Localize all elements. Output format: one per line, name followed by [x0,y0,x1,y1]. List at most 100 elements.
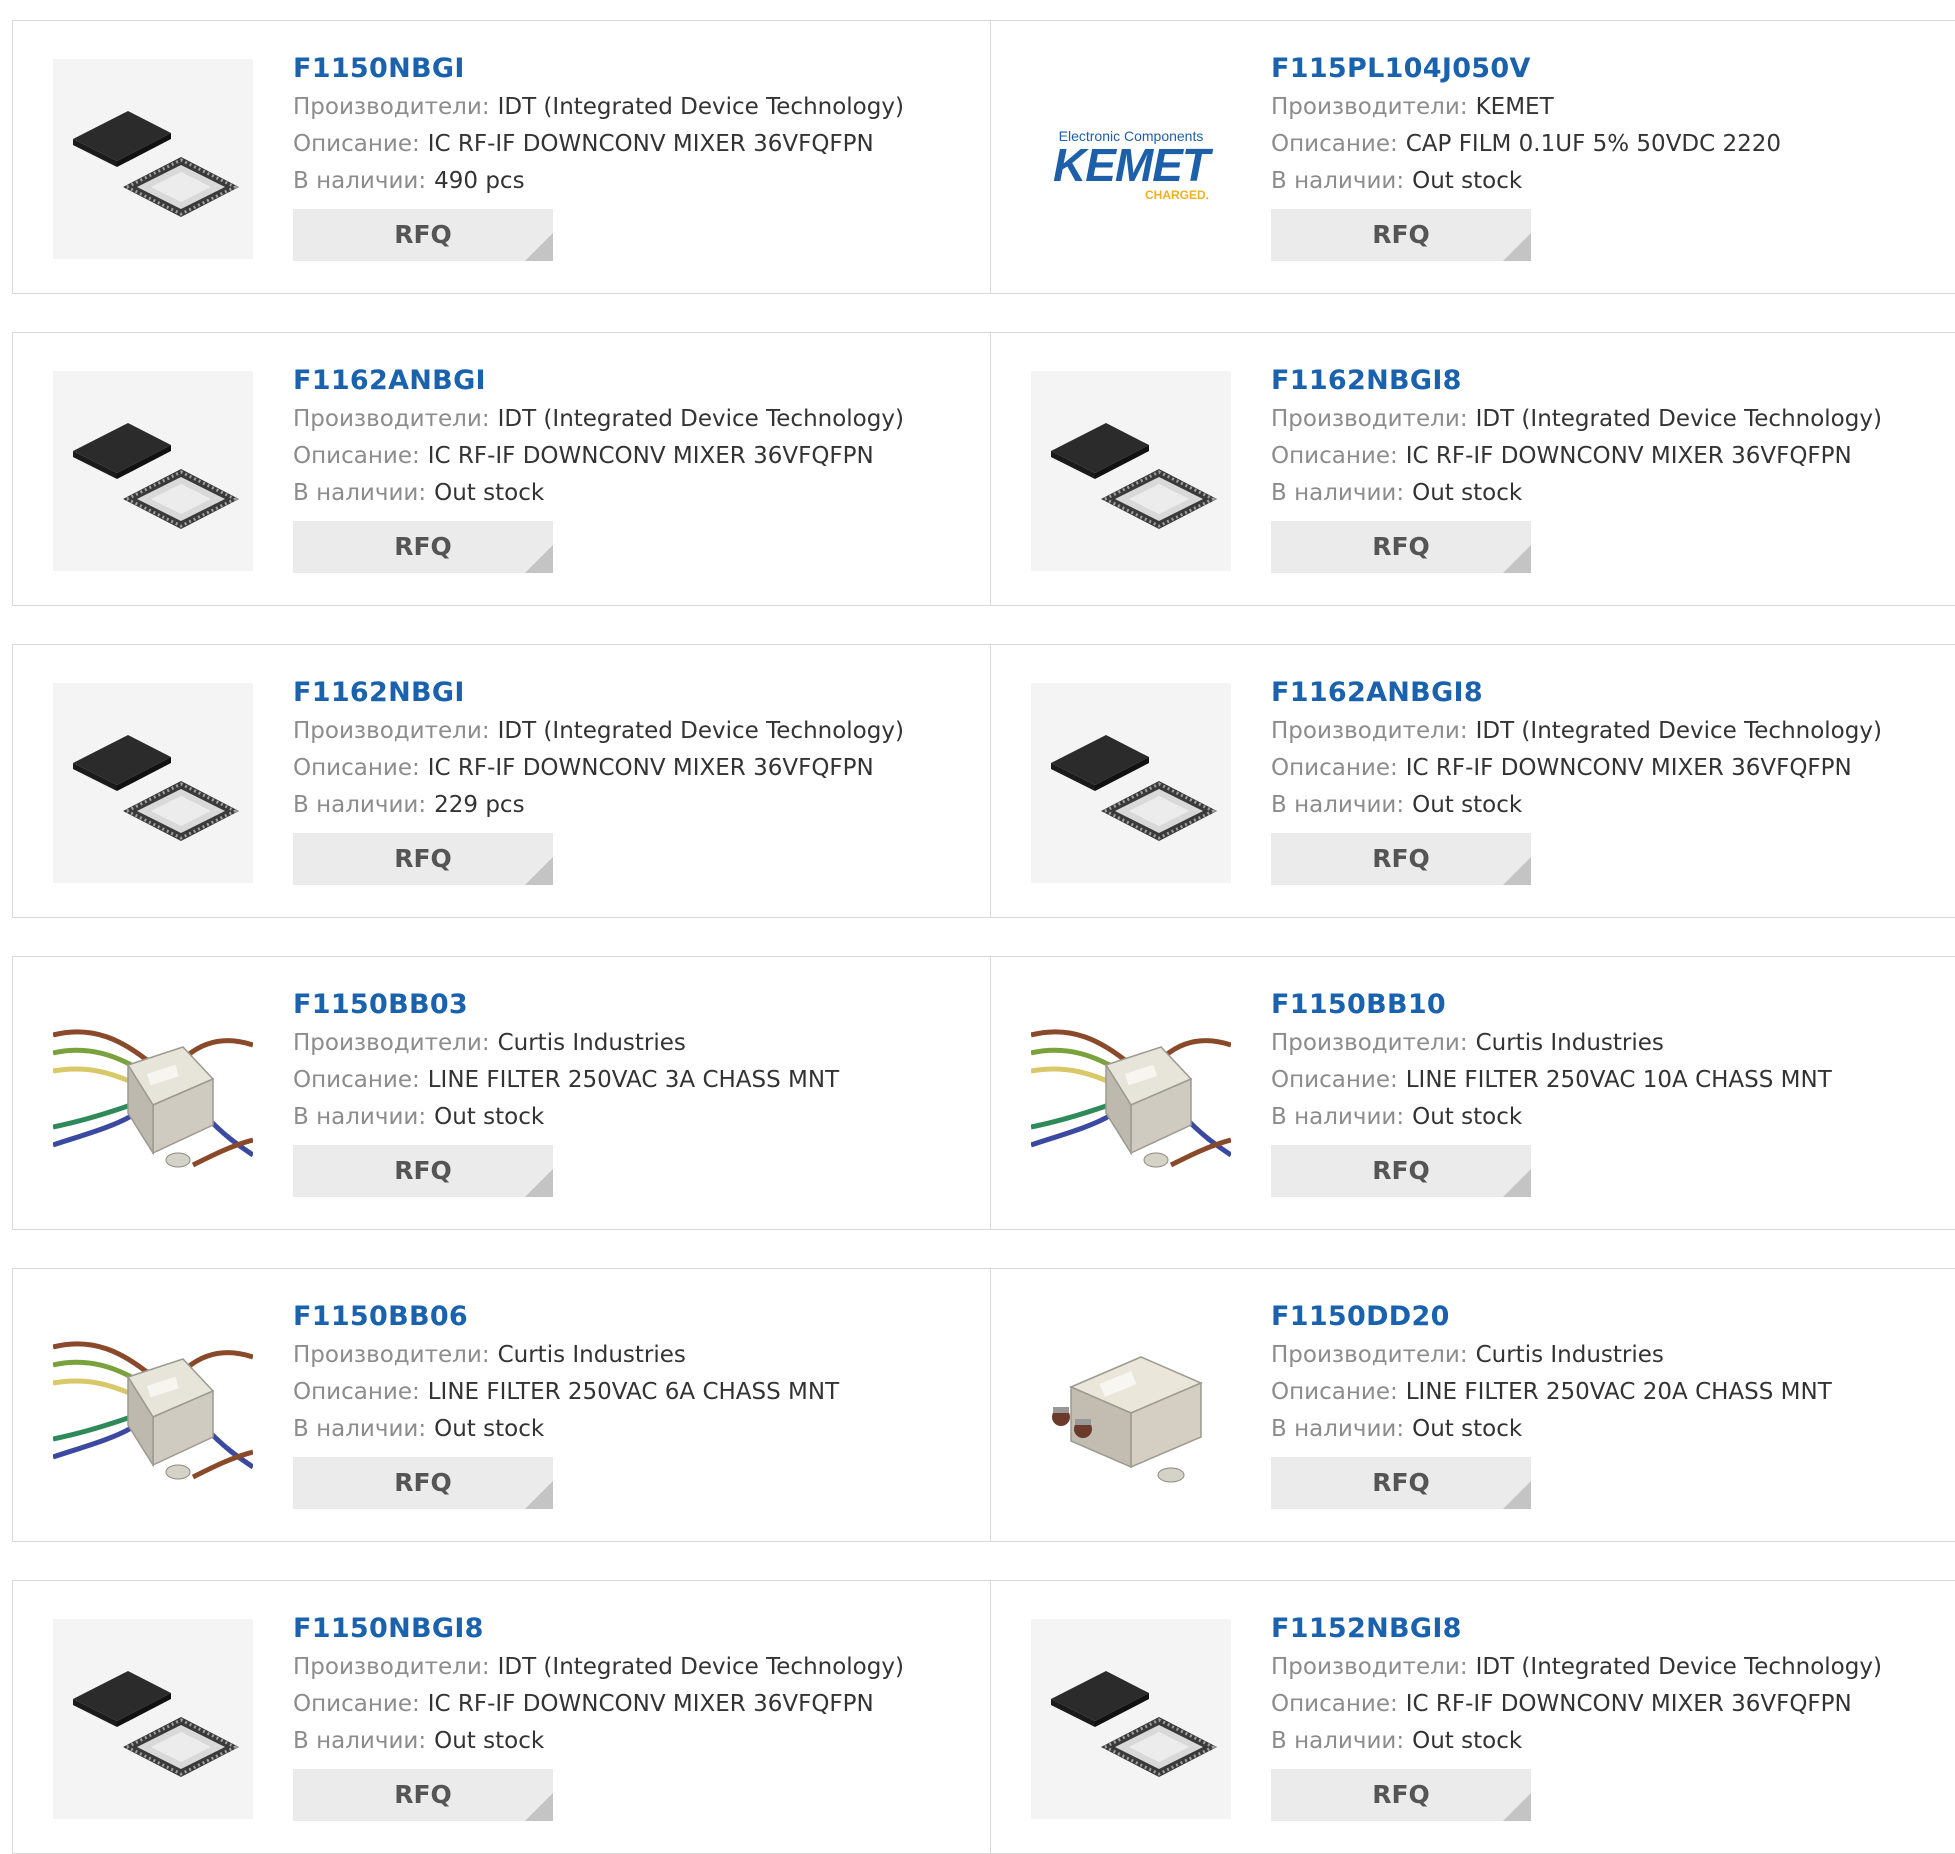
rfq-button[interactable]: RFQ [1271,521,1531,573]
product-card: F1150DD20 Производители: Curtis Industrie… [991,1269,1955,1541]
product-image[interactable] [1031,371,1231,571]
product-info: F1162ANBGI Производители: IDT (Integrated… [293,361,980,573]
stock-line: В наличии: Out stock [1271,1411,1946,1448]
product-card: F1162ANBGI Производители: IDT (Integrated… [13,333,991,605]
part-number-link[interactable]: F1162NBGI8 [1271,361,1946,401]
corner-triangle-icon [1503,233,1531,261]
rfq-button[interactable]: RFQ [293,833,553,885]
manufacturer-line: Производители: Curtis Industries [1271,1337,1946,1374]
stock-value: Out stock [434,1104,545,1130]
product-row: F1162NBGI Производители: IDT (Integrated … [12,644,1955,918]
corner-triangle-icon [1503,857,1531,885]
corner-triangle-icon [1503,1169,1531,1197]
manufacturer-value: IDT (Integrated Device Technology) [497,718,904,744]
product-image[interactable] [1031,995,1231,1195]
product-image[interactable] [1031,1619,1231,1819]
product-image[interactable] [1031,683,1231,883]
product-info: F1150DD20 Производители: Curtis Industrie… [1271,1297,1946,1509]
stock-line: В наличии: Out stock [293,1723,980,1760]
manufacturer-value: IDT (Integrated Device Technology) [1475,1654,1882,1680]
product-image[interactable] [53,683,253,883]
rfq-button[interactable]: RFQ [1271,833,1531,885]
rfq-button[interactable]: RFQ [1271,1145,1531,1197]
rfq-label: RFQ [1372,1468,1430,1497]
manufacturer-value: IDT (Integrated Device Technology) [1475,718,1882,744]
product-card: F1150BB03 Производители: Curtis Industrie… [13,957,991,1229]
rfq-button[interactable]: RFQ [293,521,553,573]
kemet-logo: Electronic Components KEMET CHARGED. [1031,59,1231,259]
part-number-link[interactable]: F1150NBGI8 [293,1609,980,1649]
stock-label: В наличии: [1271,1416,1405,1442]
part-number-link[interactable]: F1150BB06 [293,1297,980,1337]
rfq-button[interactable]: RFQ [293,1457,553,1509]
product-row: F1150BB03 Производители: Curtis Industrie… [12,956,1955,1230]
rfq-button[interactable]: RFQ [1271,1457,1531,1509]
description-value: IC RF-IF DOWNCONV MIXER 36VFQFPN [1405,755,1852,781]
description-label: Описание: [293,1691,420,1717]
rfq-label: RFQ [1372,220,1430,249]
product-image[interactable] [53,1619,253,1819]
part-number-link[interactable]: F1162NBGI [293,673,980,713]
manufacturer-label: Производители: [1271,1342,1468,1368]
product-image[interactable] [53,371,253,571]
product-info: F1150BB06 Производители: Curtis Industrie… [293,1297,980,1509]
part-number-link[interactable]: F1150DD20 [1271,1297,1946,1337]
manufacturer-line: Производители: IDT (Integrated Device Tec… [1271,713,1946,750]
rfq-button[interactable]: RFQ [293,209,553,261]
product-row: F1162ANBGI Производители: IDT (Integrated… [12,332,1955,606]
stock-line: В наличии: Out stock [1271,475,1946,512]
qfn-chip-icon [1031,371,1231,571]
qfn-chip-icon [53,371,253,571]
stock-label: В наличии: [1271,792,1405,818]
manufacturer-value: Curtis Industries [1475,1342,1664,1368]
description-value: IC RF-IF DOWNCONV MIXER 36VFQFPN [1405,1691,1852,1717]
product-info: F1162ANBGI8 Производители: IDT (Integrate… [1271,673,1946,885]
stock-value: Out stock [1412,1416,1523,1442]
rfq-button[interactable]: RFQ [293,1145,553,1197]
product-row: F1150NBGI8 Производители: IDT (Integrated… [12,1580,1955,1854]
manufacturer-label: Производители: [1271,94,1468,120]
qfn-chip-icon [53,59,253,259]
product-image[interactable] [53,1307,253,1507]
product-image[interactable]: Electronic Components KEMET CHARGED. [1031,59,1231,259]
stock-value: Out stock [1412,168,1523,194]
description-label: Описание: [1271,1691,1398,1717]
description-line: Описание: IC RF-IF DOWNCONV MIXER 36VFQFP… [293,750,980,787]
rfq-label: RFQ [394,1468,452,1497]
manufacturer-label: Производители: [293,1654,490,1680]
stock-line: В наличии: Out stock [293,475,980,512]
product-card: F1150NBGI Производители: IDT (Integrated … [13,21,991,293]
rfq-button[interactable]: RFQ [1271,209,1531,261]
product-image[interactable] [53,59,253,259]
rfq-button[interactable]: RFQ [293,1769,553,1821]
corner-triangle-icon [1503,1793,1531,1821]
part-number-link[interactable]: F1150NBGI [293,49,980,89]
part-number-link[interactable]: F1150BB10 [1271,985,1946,1025]
part-number-link[interactable]: F1162ANBGI [293,361,980,401]
manufacturer-value: Curtis Industries [1475,1030,1664,1056]
stock-value: Out stock [434,1416,545,1442]
product-info: F1150BB10 Производители: Curtis Industrie… [1271,985,1946,1197]
part-number-link[interactable]: F1152NBGI8 [1271,1609,1946,1649]
part-number-link[interactable]: F1150BB03 [293,985,980,1025]
stock-value: Out stock [434,1728,545,1754]
product-image[interactable] [1031,1307,1231,1507]
description-value: LINE FILTER 250VAC 3A CHASS MNT [427,1067,840,1093]
product-row: F1150NBGI Производители: IDT (Integrated … [12,20,1955,294]
manufacturer-line: Производители: IDT (Integrated Device Tec… [1271,401,1946,438]
part-number-link[interactable]: F1162ANBGI8 [1271,673,1946,713]
manufacturer-label: Производители: [293,1342,490,1368]
product-image[interactable] [53,995,253,1195]
stock-line: В наличии: Out stock [1271,163,1946,200]
description-value: IC RF-IF DOWNCONV MIXER 36VFQFPN [427,443,874,469]
stock-label: В наличии: [293,1728,427,1754]
part-number-link[interactable]: F115PL104J050V [1271,49,1946,89]
corner-triangle-icon [525,545,553,573]
product-card: F1162NBGI8 Производители: IDT (Integrated… [991,333,1955,605]
description-label: Описание: [293,755,420,781]
product-info: F1162NBGI Производители: IDT (Integrated … [293,673,980,885]
description-label: Описание: [293,1067,420,1093]
rfq-button[interactable]: RFQ [1271,1769,1531,1821]
rfq-label: RFQ [1372,1156,1430,1185]
corner-triangle-icon [525,233,553,261]
